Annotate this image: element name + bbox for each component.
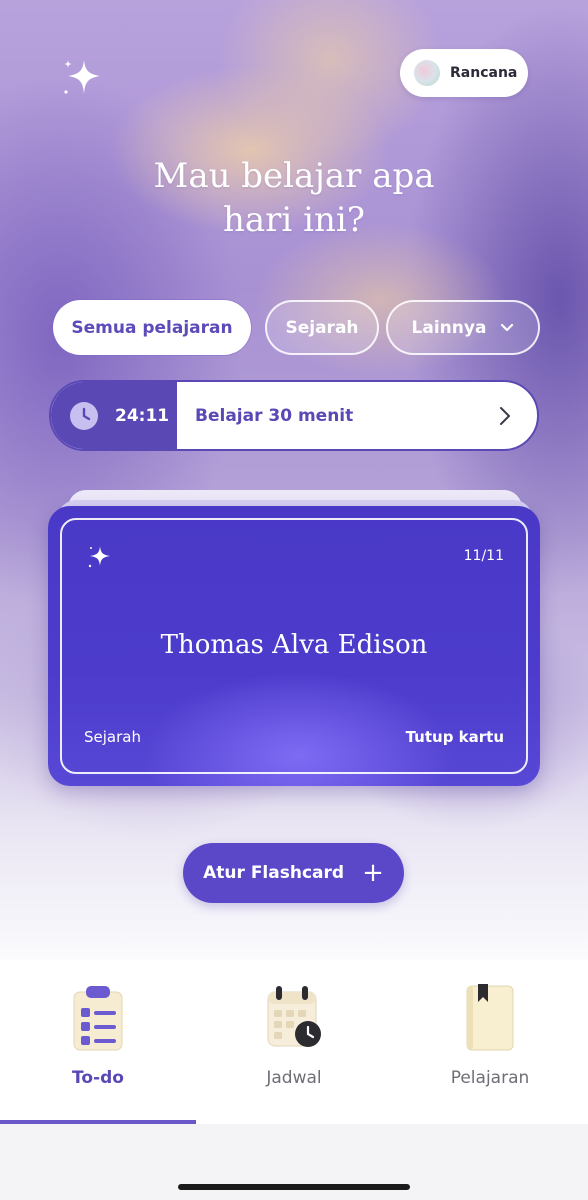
tab-pelajaran-label: Pelajaran [450, 1068, 530, 1088]
headline-line-2: hari ini? [223, 200, 365, 240]
filter-chip-sejarah-label: Sejarah [285, 317, 359, 338]
avatar [414, 60, 440, 86]
flashcard-frame: 11/11 Thomas Alva Edison Sejarah Tutup k… [60, 518, 528, 774]
filter-chip-all[interactable]: Semua pelajaran [53, 300, 251, 355]
calendar-clock-icon [267, 986, 321, 1047]
flashcard[interactable]: 11/11 Thomas Alva Edison Sejarah Tutup k… [48, 506, 540, 786]
profile-name: Rancana [450, 65, 518, 81]
sparkle-logo-icon [64, 60, 100, 94]
filter-chip-more-label: Lainnya [411, 317, 487, 338]
profile-button[interactable]: Rancana [400, 49, 528, 97]
tab-jadwal[interactable]: Jadwal [196, 960, 392, 1123]
headline-line-1: Mau belajar apa [153, 156, 435, 196]
close-card-button[interactable]: Tutup kartu [406, 728, 504, 746]
timer-value: 24:11 [115, 405, 170, 426]
home-indicator [178, 1184, 410, 1190]
filter-chip-all-label: Semua pelajaran [71, 317, 233, 338]
plus-icon: + [362, 858, 384, 888]
sparkle-icon [88, 546, 110, 568]
timer-goal-section: Belajar 30 menit [177, 382, 537, 449]
flashcard-subject: Sejarah [84, 728, 141, 746]
manage-flashcard-label: Atur Flashcard [203, 863, 345, 883]
clock-icon [70, 401, 98, 430]
filter-chip-sejarah[interactable]: Sejarah [265, 300, 379, 355]
tab-jadwal-label: Jadwal [266, 1068, 322, 1088]
tab-pelajaran[interactable]: Pelajaran [392, 960, 588, 1123]
chevron-right-icon[interactable] [499, 406, 511, 426]
tab-todo[interactable]: To-do [0, 960, 196, 1123]
checklist-icon [73, 986, 123, 1051]
flashcard-counter: 11/11 [463, 548, 504, 564]
flashcard-term: Thomas Alva Edison [160, 630, 428, 660]
timer-section: 24:11 [51, 382, 177, 449]
manage-flashcard-button[interactable]: Atur Flashcard + [183, 843, 404, 903]
bottom-tab-bar: To-do Jadwal Pelajaran [0, 960, 588, 1125]
book-icon [466, 984, 514, 1051]
timer-goal-label: Belajar 30 menit [195, 405, 354, 426]
chevron-down-icon [501, 323, 514, 331]
tab-todo-label: To-do [72, 1068, 124, 1088]
study-timer-bar[interactable]: 24:11 Belajar 30 menit [49, 380, 539, 451]
page-title: Mau belajar apa hari ini? [0, 154, 588, 242]
watercolor-background [0, 0, 588, 960]
filter-chip-more[interactable]: Lainnya [386, 300, 540, 355]
